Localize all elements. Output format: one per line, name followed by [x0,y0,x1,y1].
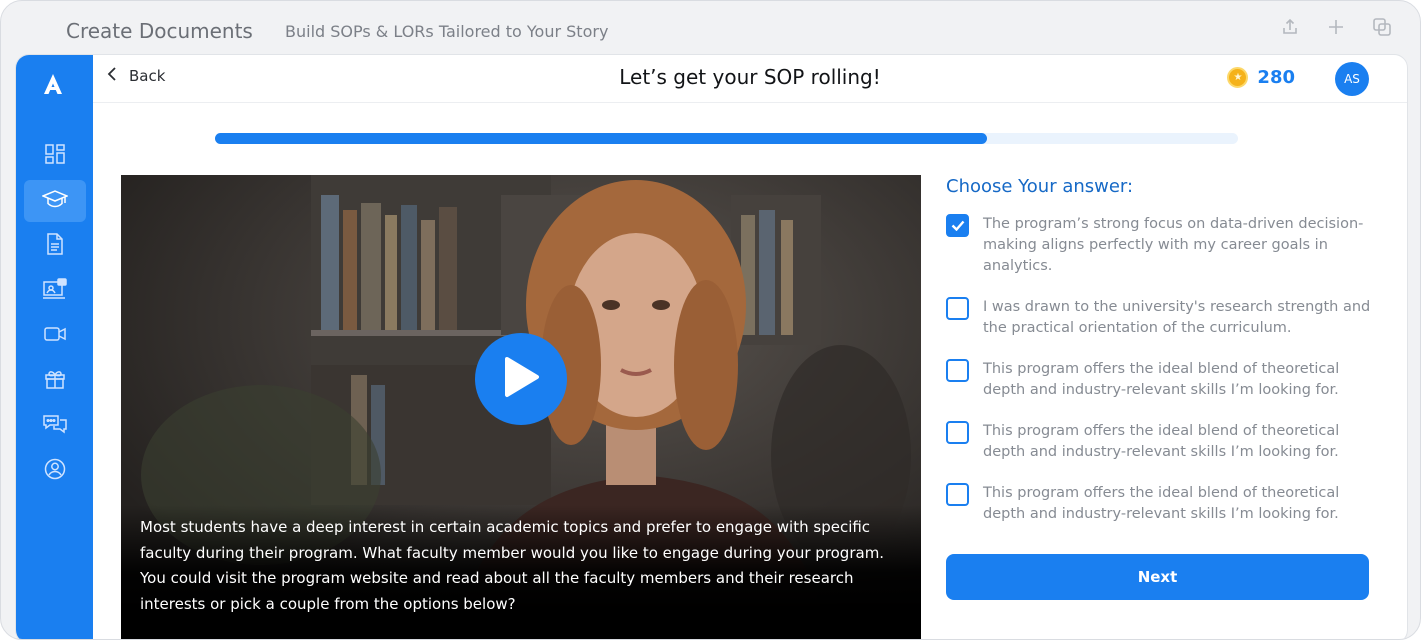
sidebar-item-presentation[interactable] [24,270,86,312]
answers-title: Choose Your answer: [946,176,1134,197]
video-caption: Most students have a deep interest in ce… [140,518,885,613]
coin-count: 280 [1257,67,1295,88]
logo-a-icon[interactable] [41,72,65,96]
sidebar-item-dashboard[interactable] [24,135,86,177]
dashboard-icon [44,143,66,170]
video-camera-icon [43,324,67,349]
avatar[interactable]: AS [1335,62,1369,96]
chat-icon [42,413,68,440]
answer-option-text: This program offers the ideal blend of t… [983,485,1340,522]
play-button[interactable] [475,333,567,425]
app-title: Create Documents [66,19,253,43]
document-icon [45,232,65,260]
share-icon[interactable] [1280,17,1300,37]
checkbox-checked[interactable] [946,214,969,237]
coin-icon: ★ [1227,67,1249,88]
user-profile-icon [44,458,66,485]
graduation-cap-icon [41,188,69,215]
answer-option-text: I was drawn to the university's research… [983,299,1371,336]
progress-bar [215,133,1238,144]
answer-option[interactable]: I was drawn to the university's research… [946,297,1376,339]
answer-option[interactable]: This program offers the ideal blend of t… [946,483,1376,525]
sidebar-item-video[interactable] [24,315,86,357]
app-content: Back Let’s get your SOP rolling! ★ 280 A… [15,54,1408,639]
presentation-icon [42,277,68,305]
answer-panel: Choose Your answer: The program’s strong… [946,176,1376,545]
answer-option[interactable]: This program offers the ideal blend of t… [946,359,1376,401]
sidebar-item-chat[interactable] [24,405,86,447]
page-title: Let’s get your SOP rolling! [619,65,881,89]
sidebar-item-gifts[interactable] [24,360,86,402]
answer-option-text: The program’s strong focus on data-drive… [983,216,1364,274]
window-topbar: Create Documents Build SOPs & LORs Tailo… [1,1,1420,59]
play-icon [501,355,541,404]
coin-balance[interactable]: ★ 280 [1227,67,1295,88]
gift-icon [44,368,66,395]
window-actions [1280,17,1392,37]
answer-option[interactable]: This program offers the ideal blend of t… [946,421,1376,463]
video-player[interactable]: Most students have a deep interest in ce… [121,175,921,639]
sidebar [16,55,93,639]
checkbox[interactable] [946,297,969,320]
app-window: Create Documents Build SOPs & LORs Tailo… [0,0,1421,640]
app-subtitle: Build SOPs & LORs Tailored to Your Story [285,22,609,41]
answer-option-text: This program offers the ideal blend of t… [983,423,1340,460]
progress-fill [215,133,988,144]
answer-option[interactable]: The program’s strong focus on data-drive… [946,214,1376,277]
plus-icon[interactable] [1326,17,1346,37]
checkbox[interactable] [946,483,969,506]
duplicate-icon[interactable] [1372,17,1392,37]
next-button[interactable]: Next [946,554,1369,600]
sidebar-item-profile[interactable] [24,450,86,492]
sidebar-item-education[interactable] [24,180,86,222]
sidebar-item-documents[interactable] [24,225,86,267]
page-header: Back Let’s get your SOP rolling! ★ 280 A… [93,55,1407,103]
answer-option-text: This program offers the ideal blend of t… [983,361,1340,398]
checkbox[interactable] [946,359,969,382]
checkbox[interactable] [946,421,969,444]
